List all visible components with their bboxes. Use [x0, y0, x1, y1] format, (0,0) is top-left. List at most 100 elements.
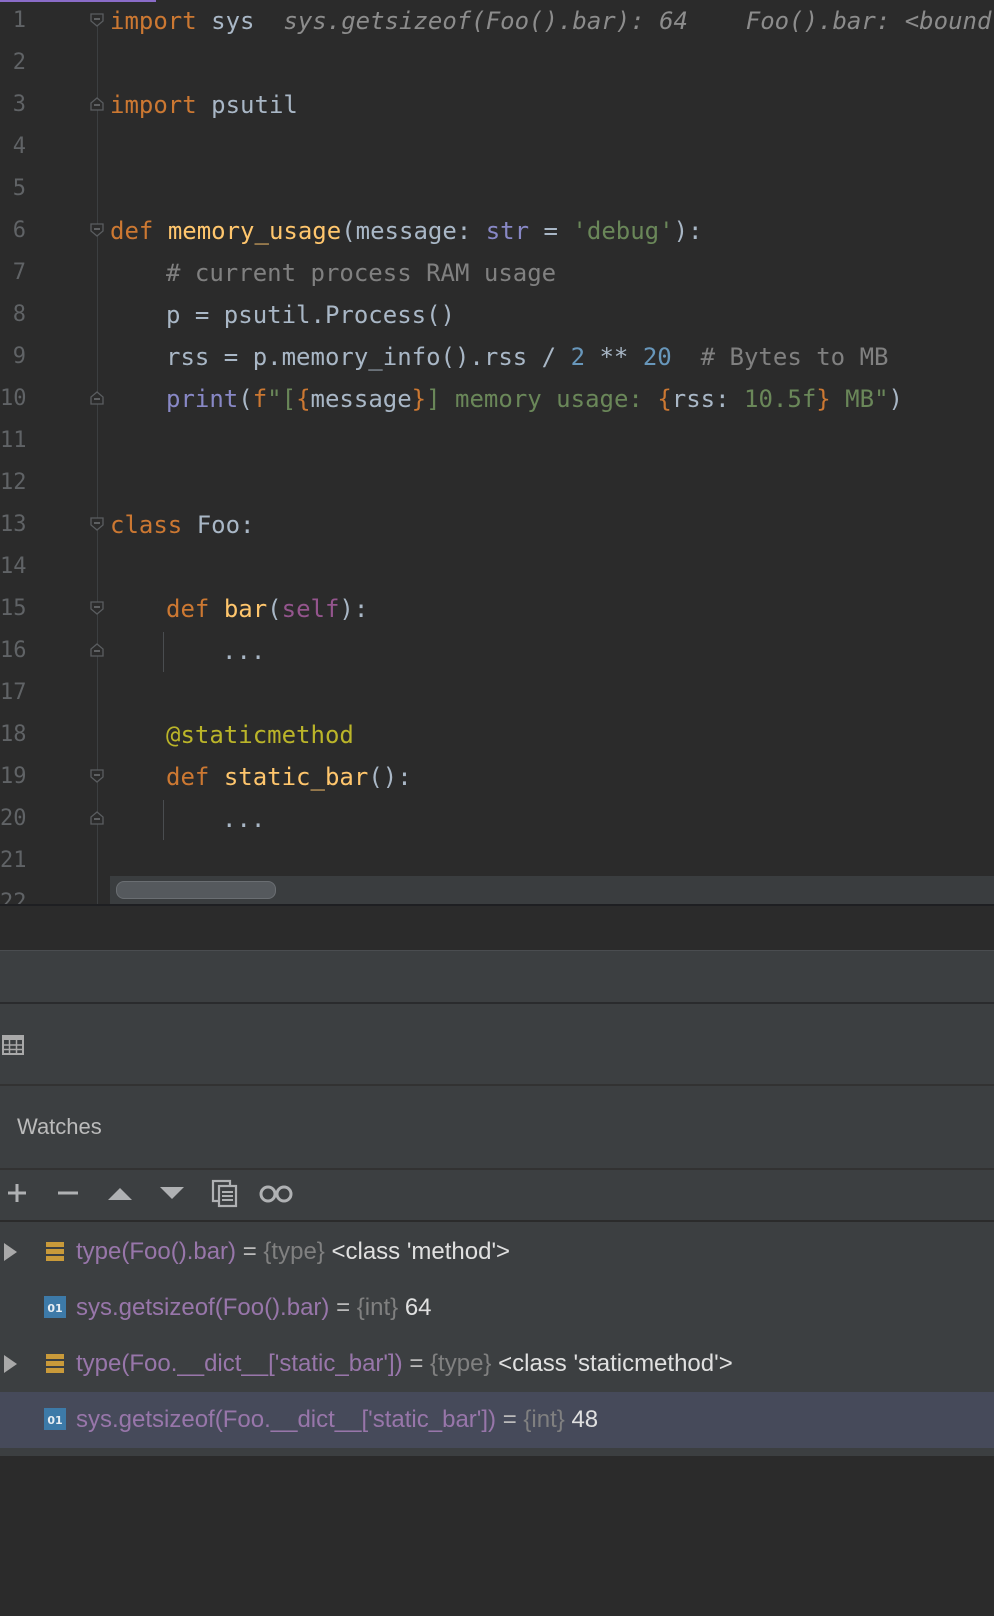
code-editor[interactable]: 1 2 3 4 5 6 7 8 9 10 11 12 13 14 15 16 17 18 19 20 21 22 impo…: [0, 0, 994, 904]
code-line-9[interactable]: rss = p.memory_info().rss / 2 ** 20 # By…: [166, 336, 888, 378]
number-literal: 2: [570, 343, 586, 371]
watch-equals: =: [496, 1406, 524, 1433]
fold-marker-icon[interactable]: [89, 390, 105, 406]
add-icon[interactable]: [2, 1178, 32, 1208]
line-number: 6: [12, 218, 26, 243]
paren-close: ): [888, 385, 903, 413]
paren: (: [238, 385, 253, 413]
comment: # current process RAM usage: [166, 259, 557, 287]
string-literal: "[: [267, 385, 297, 413]
fstring-brace: {: [296, 385, 311, 413]
params: (message:: [341, 217, 486, 245]
code-line-19[interactable]: def static_bar():: [166, 756, 412, 798]
code-line-13[interactable]: class Foo:: [110, 504, 255, 546]
watch-row[interactable]: type(Foo.__dict__['static_bar']) = {type…: [0, 1336, 994, 1392]
watch-type: {type}: [263, 1238, 325, 1265]
statement: p = psutil.Process(): [166, 301, 455, 329]
string-literal: 'debug': [572, 217, 674, 245]
class-name: Foo:: [182, 511, 255, 539]
code-line-20[interactable]: ...: [222, 798, 265, 840]
keyword: def: [110, 217, 154, 245]
glasses-icon[interactable]: [258, 1178, 294, 1208]
statement: rss = p.memory_info().rss /: [166, 343, 571, 371]
move-down-icon[interactable]: [157, 1178, 187, 1208]
line-number: 10: [0, 386, 27, 411]
watch-type: {type}: [430, 1350, 492, 1377]
fstring-prefix: f: [252, 385, 268, 413]
line-number: 16: [0, 638, 27, 663]
code-line-1[interactable]: import sys sys.getsizeof(Foo().bar): 64 …: [110, 0, 994, 42]
fold-marker-icon[interactable]: [89, 642, 105, 658]
line-number: 5: [12, 176, 26, 201]
fstring-expr: rss:: [671, 385, 745, 413]
code-line-8[interactable]: p = psutil.Process(): [166, 294, 455, 336]
fold-marker-icon[interactable]: [89, 600, 105, 616]
svg-text:01: 01: [47, 1302, 62, 1315]
object-icon: [46, 1242, 64, 1261]
watch-expression: type(Foo().bar): [76, 1238, 237, 1265]
ellipsis: ...: [222, 637, 266, 665]
expand-arrow-icon[interactable]: [4, 1355, 17, 1373]
watch-row-selected[interactable]: 01 sys.getsizeof(Foo.__dict__['static_ba…: [0, 1392, 994, 1448]
move-up-icon[interactable]: [105, 1178, 135, 1208]
line-number: 17: [0, 680, 27, 705]
self-param: self: [281, 595, 340, 623]
table-view-icon[interactable]: [2, 1034, 24, 1056]
code-line-3[interactable]: import psutil: [110, 84, 298, 126]
keyword: def: [166, 763, 210, 791]
string-literal: MB": [830, 385, 889, 413]
fstring-brace: }: [816, 385, 831, 413]
paren: (: [267, 595, 282, 623]
watch-value: 48: [564, 1406, 599, 1433]
watch-row[interactable]: 01 sys.getsizeof(Foo().bar) = {int} 64: [0, 1280, 994, 1336]
module-name: psutil: [196, 91, 298, 119]
fold-marker-icon[interactable]: [89, 516, 105, 532]
fold-marker-icon[interactable]: [89, 96, 105, 112]
svg-text:01: 01: [47, 1414, 62, 1427]
watch-type: {int}: [356, 1294, 399, 1321]
remove-icon[interactable]: [53, 1178, 83, 1208]
builtin-function: print: [166, 385, 239, 413]
int-icon: 01: [44, 1408, 66, 1430]
keyword: import: [110, 7, 197, 35]
keyword: class: [110, 511, 183, 539]
inline-debug-hint: sys.getsizeof(Foo().bar): 64: [283, 7, 688, 35]
paren-close: ():: [368, 763, 412, 791]
code-line-10[interactable]: print(f"[{message}] memory usage: {rss: …: [166, 378, 903, 420]
duplicate-icon[interactable]: [210, 1178, 240, 1208]
indent-guide: [163, 800, 164, 840]
function-name: static_bar: [223, 763, 369, 791]
code-line-6[interactable]: def memory_usage(message: str = 'debug')…: [110, 210, 702, 252]
watch-type: {int}: [523, 1406, 565, 1433]
fold-marker-icon[interactable]: [89, 222, 105, 238]
comment: # Bytes to MB: [671, 343, 889, 371]
horizontal-scrollbar[interactable]: [110, 876, 994, 904]
watch-value: <class 'method'>: [324, 1238, 511, 1265]
fold-marker-icon[interactable]: [89, 12, 105, 28]
inline-debug-hint: Foo().bar: <bound m: [745, 7, 994, 35]
watch-equals: =: [236, 1238, 264, 1265]
watch-value: <class 'staticmethod'>: [491, 1350, 733, 1377]
watches-title: Watches: [17, 1114, 102, 1139]
keyword: def: [166, 595, 210, 623]
operator: **: [585, 343, 643, 371]
line-number: 21: [0, 848, 27, 873]
code-line-16[interactable]: ...: [222, 630, 265, 672]
debug-toolbar: [0, 1004, 994, 1086]
code-line-15[interactable]: def bar(self):: [166, 588, 368, 630]
fold-marker-icon[interactable]: [89, 768, 105, 784]
indent-guide: [163, 632, 164, 672]
code-line-7[interactable]: # current process RAM usage: [166, 252, 556, 294]
scrollbar-thumb[interactable]: [116, 881, 276, 899]
fold-marker-icon[interactable]: [89, 810, 105, 826]
code-line-18[interactable]: @staticmethod: [166, 714, 354, 756]
line-number: 19: [0, 764, 27, 789]
format-spec: 10.5f: [744, 385, 817, 413]
line-number: 4: [12, 134, 26, 159]
line-number: 14: [0, 554, 27, 579]
expand-arrow-icon[interactable]: [4, 1243, 17, 1261]
function-name: bar: [223, 595, 268, 623]
watch-row[interactable]: type(Foo().bar) = {type} <class 'method'…: [0, 1224, 994, 1280]
fstring-brace: {: [657, 385, 672, 413]
editor-status-strip: [0, 904, 994, 950]
